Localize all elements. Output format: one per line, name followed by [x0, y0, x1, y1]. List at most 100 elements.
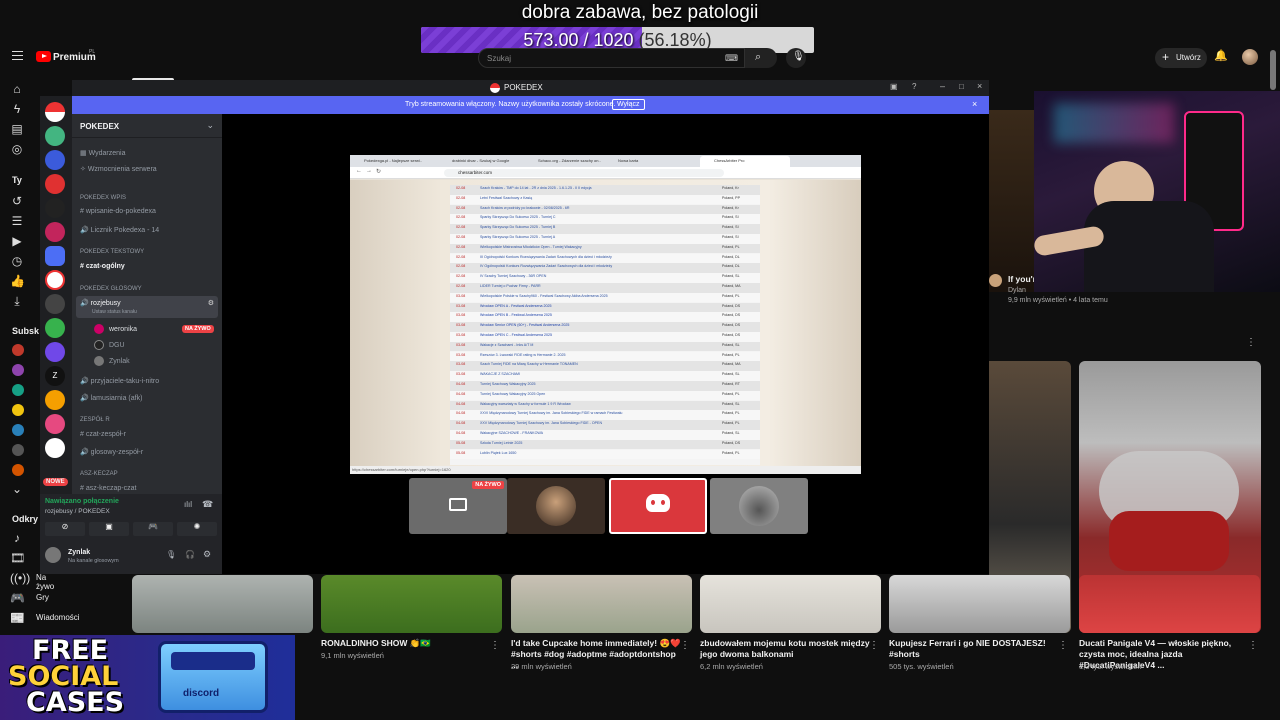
create-button[interactable]: + Utwórz — [1155, 48, 1207, 68]
tournament-row[interactable]: 03-08 Wakacje z Szachami - Inks A/T M Pola… — [450, 341, 760, 352]
server-icon[interactable] — [45, 126, 65, 146]
user-settings-icon[interactable]: ⚙ — [203, 549, 211, 560]
microphone-icon[interactable]: 🎙 — [166, 550, 176, 559]
tournament-row[interactable]: 04-08 Turniej Szachowy Wakacyjny 2025 Ope… — [450, 390, 760, 401]
browser-tab[interactable]: Pokedexga.pl - Najlepsze serwi.. — [364, 158, 422, 163]
voice-user[interactable]: weronika — [109, 326, 137, 333]
avatar[interactable] — [1242, 49, 1258, 65]
tournament-row[interactable]: 03-08 Wrocław OPEN A - Festiwal Andersena… — [450, 302, 760, 313]
news-icon[interactable]: 📰 — [10, 611, 25, 625]
tournament-row[interactable]: 04-08 Wakacyjny warsztaty w Szachy w form… — [450, 400, 760, 411]
voice-user[interactable]: Zynlak — [109, 358, 130, 365]
row-title[interactable]: LIDER Turniej o Puchar Firmy - PARR — [480, 284, 715, 288]
subscriptions-icon[interactable]: ▤ — [10, 122, 24, 136]
help-icon[interactable]: ? — [912, 82, 916, 91]
row-title[interactable]: Szkoła Turniej Letnie 2025 — [480, 441, 715, 445]
rail-item-news[interactable]: Wiadomości — [36, 613, 80, 622]
avatar[interactable] — [94, 340, 104, 350]
browser-tab[interactable]: drabinki divar - Szukaj w Google — [452, 158, 509, 163]
row-title[interactable]: Szach Kraków - TMP do 14 lat - 2R z dnia… — [480, 186, 715, 190]
tournament-row[interactable]: 02-08 Sparky Skrzysząc Do Sukcesu 2025 - … — [450, 224, 760, 234]
voice-user[interactable]: DGU — [109, 342, 125, 349]
row-title[interactable]: IV Ogólnopolski Konkurs Rozwiązywania Za… — [480, 264, 715, 268]
voice-channel-active[interactable]: 🔊 rozjebusy Ustaw status kanału ⚙ — [76, 296, 218, 318]
tournament-row[interactable]: 02-08 III Ogólnopolski Konkurs Rozwiązywa… — [450, 253, 760, 264]
voice-location[interactable]: rozjebusy / POKEDEX — [45, 508, 110, 515]
row-title[interactable]: Szach Turniej FIDE na Miarę Szachy w Her… — [480, 362, 715, 366]
row-title[interactable]: XXV Międzynarodowy Turniej Szachowy im. … — [480, 421, 715, 425]
row-title[interactable]: III Ogólnopolski Konkurs Rozwiązywania Z… — [480, 255, 715, 259]
video-title[interactable]: Kupujesz Ferrari i go NIE DOSTAJESZ! #sh… — [889, 638, 1059, 660]
video-title[interactable]: RONALDINHO SHOW 👏🇧🇷 — [321, 638, 491, 649]
soundboard-icon[interactable]: ✺ — [177, 522, 217, 536]
server-icon[interactable] — [45, 294, 65, 314]
server-icon-active[interactable] — [45, 270, 65, 290]
server-icon[interactable] — [45, 222, 65, 242]
video-thumbnail[interactable] — [700, 575, 881, 633]
avatar[interactable] — [45, 547, 61, 563]
back-icon[interactable]: ← — [356, 168, 362, 174]
channel-avatar[interactable] — [12, 404, 24, 416]
explore-icon[interactable]: ◎ — [10, 142, 24, 156]
notifications-bell-icon[interactable]: 🔔 — [1214, 49, 1228, 62]
row-title[interactable]: Wrocław OPEN A - Festiwal Andersena 2025 — [480, 304, 715, 308]
music-icon[interactable]: ♪ — [10, 531, 24, 545]
close-banner-icon[interactable]: × — [972, 99, 977, 109]
menu-icon[interactable] — [12, 51, 23, 60]
tournament-row[interactable]: 02-08 Sparky Skrzysząc Do Sukcesu 2025 - … — [450, 234, 760, 244]
tournament-row[interactable]: 04-08 Wakacyjne SZACHOWE - FRANKOWA Poland… — [450, 430, 760, 440]
server-icon[interactable] — [45, 318, 65, 338]
row-title[interactable]: Wrocław OPEN B - Festiwal Andersena 2025 — [480, 313, 715, 317]
more-icon[interactable]: ⋮ — [1248, 640, 1258, 651]
video-thumbnail[interactable] — [989, 110, 1034, 292]
tournament-row[interactable]: 03-08 Wielkopolskie Polskie w Szachy960 -… — [450, 292, 760, 303]
activity-icon[interactable]: 🎮 — [133, 522, 173, 536]
video-title[interactable]: If you'r — [1008, 274, 1036, 284]
headphones-icon[interactable]: 🎧 — [185, 550, 195, 559]
row-title[interactable]: Sparky Skrzysząc Do Sukcesu 2025 - Turni… — [480, 225, 715, 229]
server-icon[interactable] — [45, 150, 65, 170]
row-title[interactable]: Rzeszów 3. Lwowski FIDE rating w Hermani… — [480, 353, 715, 357]
row-title[interactable]: Letni Festiwal Szachowy z Kasią — [480, 196, 715, 200]
disconnect-icon[interactable]: ☎ — [202, 499, 213, 510]
tournament-row[interactable]: 04-08 XXV Międzynarodowy Turniej Szachowy… — [450, 420, 760, 430]
close-icon[interactable]: × — [977, 81, 982, 91]
tournament-row[interactable]: 02-08 Wielkopolskie Mistrzostwa Młodzików… — [450, 243, 760, 254]
row-title[interactable]: XXVI Międzynarodowy Turniej Szachowy im.… — [480, 411, 715, 415]
movies-icon[interactable]: 🎞 — [10, 551, 25, 565]
row-title[interactable]: Turniej Szachowy Wakacyjny 2025 Open — [480, 392, 715, 396]
tournament-row[interactable]: 02-08 LIDER Turniej o Puchar Firmy - PARR… — [450, 283, 760, 293]
inbox-icon[interactable]: ▣ — [890, 82, 898, 91]
channel-name[interactable]: Dylan — [1008, 287, 1026, 294]
row-title[interactable]: IV Szachy Turniej Szachowy - 36R OPEN — [480, 274, 715, 278]
folder-icon[interactable] — [45, 246, 65, 266]
channel-avatar[interactable] — [12, 464, 24, 476]
video-thumbnail[interactable] — [1079, 575, 1260, 633]
row-title[interactable]: Sparky Skrzysząc Do Sukcesu 2025 - Turni… — [480, 215, 715, 219]
channel-avatar[interactable] — [989, 274, 1002, 287]
tournament-row[interactable]: 02-08 Letni Festiwal Szachowy z Kasią Pola… — [450, 194, 760, 205]
tournament-row[interactable]: 02-08 Sparky Skrzysząc Do Sukcesu 2025 - … — [450, 214, 760, 224]
tournament-row[interactable]: 03-08 Rzeszów 3. Lwowski FIDE rating w He… — [450, 351, 760, 362]
camera-off-icon[interactable]: ⊘ — [45, 522, 85, 536]
category-header[interactable]: Zespół R — [80, 417, 110, 423]
more-icon[interactable]: ⋮ — [1058, 640, 1068, 651]
keyboard-icon[interactable]: ⌨ — [725, 53, 738, 64]
minimize-icon[interactable]: – — [940, 81, 945, 91]
category-header[interactable]: POKEDEX Wpis — [80, 195, 126, 201]
row-title[interactable]: Wakacje z Szachami - Inks A/T M — [480, 343, 715, 347]
row-title[interactable]: Wakacyjny warsztaty w Szachy w formule 1… — [480, 402, 715, 406]
row-title[interactable]: Wrocław OPEN C - Festiwal Andersena 2025 — [480, 333, 715, 337]
tournament-row[interactable]: 02-08 IV Szachy Turniej Szachowy - 36R OP… — [450, 273, 760, 283]
gaming-icon[interactable]: 🎮 — [10, 591, 25, 605]
playlists-icon[interactable]: ☰ — [10, 214, 24, 228]
tournament-row[interactable]: 02-08 Szach Kraków w podróży po krakowie … — [450, 204, 760, 215]
tournament-row[interactable]: 04-08 Turniej Szachowy Wakacyjny 2025 Pola… — [450, 381, 760, 391]
channel-item[interactable]: # czat-ogólny — [80, 263, 125, 270]
browser-tab[interactable]: Nowa karta — [618, 158, 638, 163]
stream-tile-user[interactable] — [609, 478, 707, 534]
row-title[interactable]: WAKACJE Z SZACHAMI — [480, 372, 715, 376]
channel-item[interactable]: # wpisanie-do-pokedexa — [80, 208, 156, 215]
category-header[interactable]: POKEDEX Tekstowy — [80, 249, 144, 255]
signal-icon[interactable]: ılıl — [184, 500, 192, 509]
